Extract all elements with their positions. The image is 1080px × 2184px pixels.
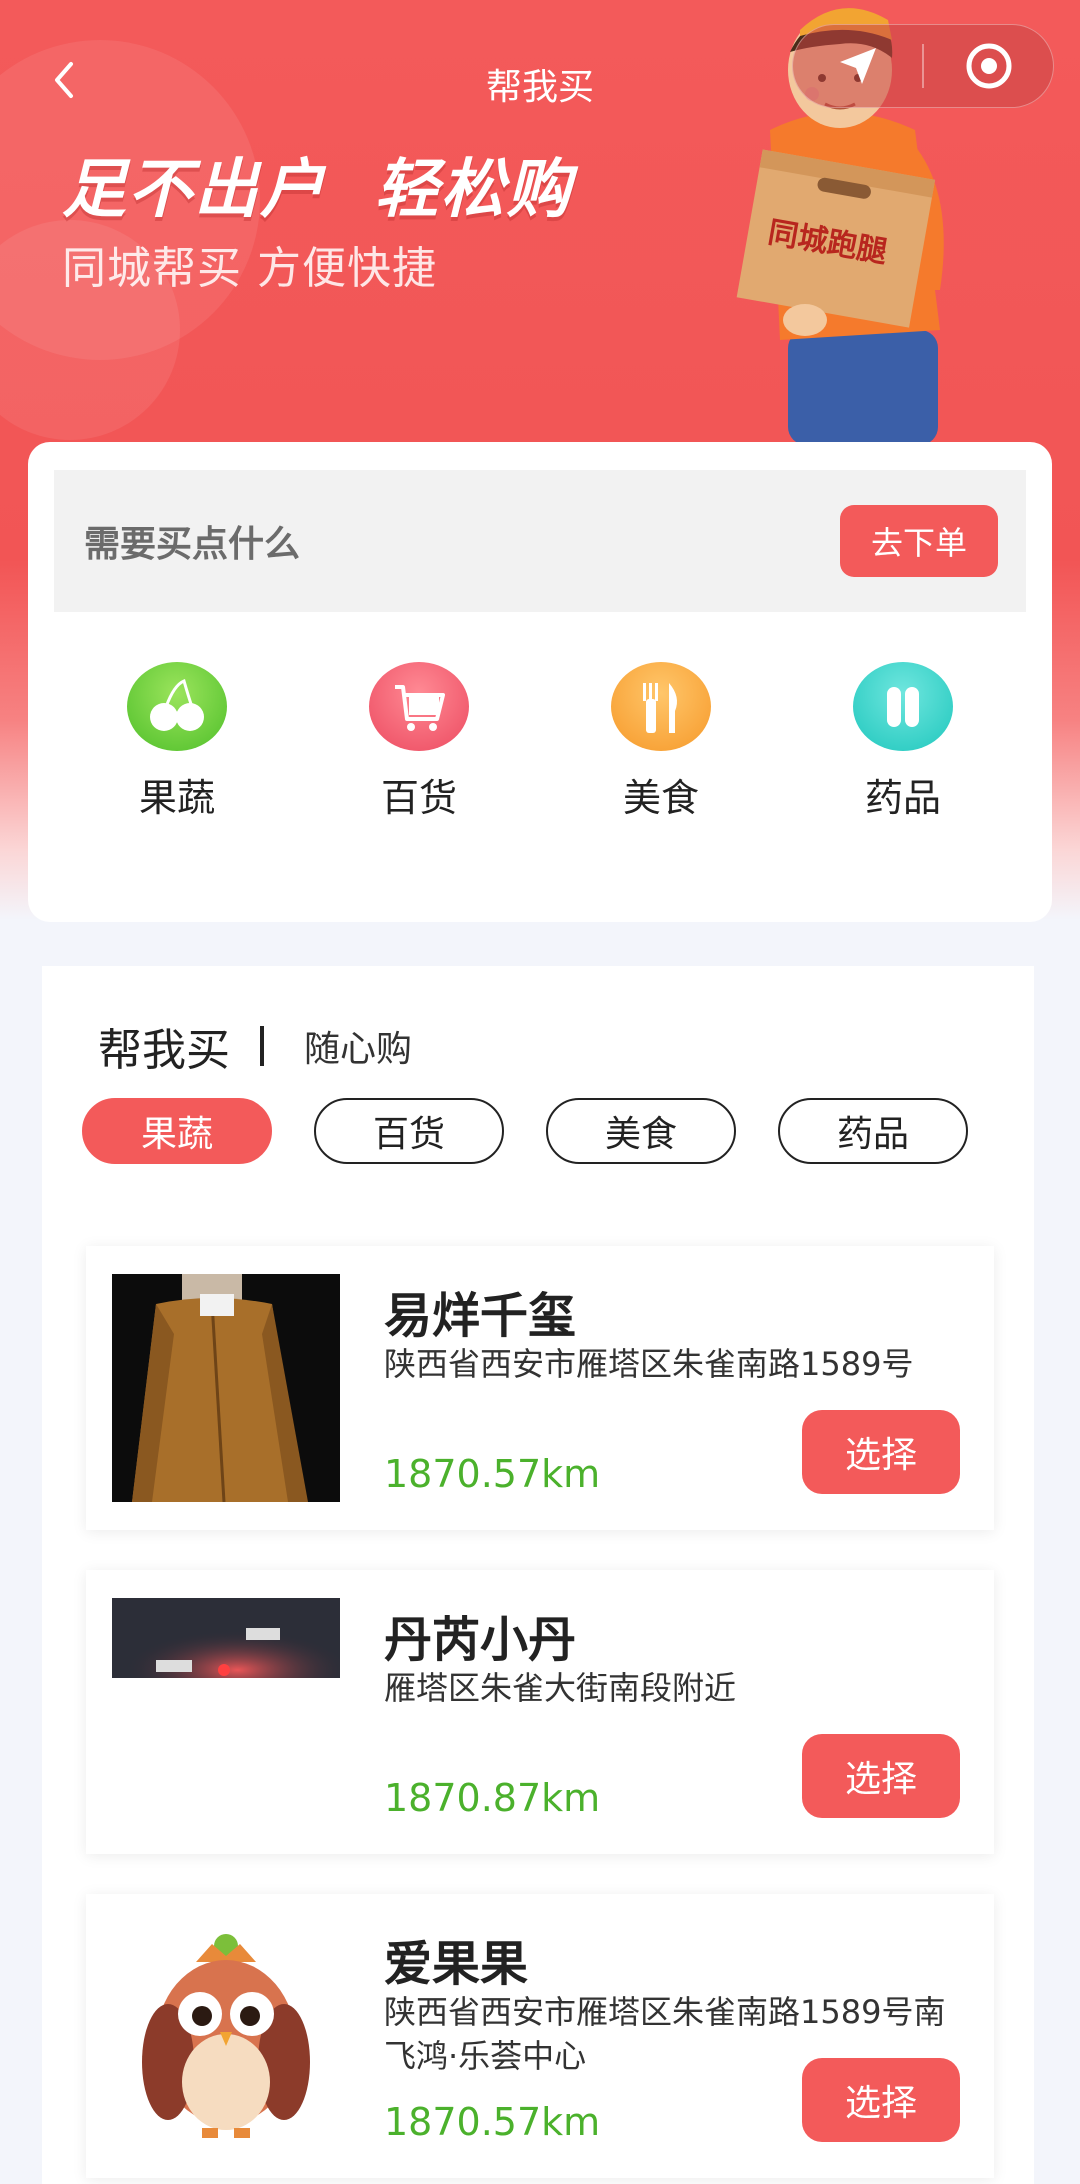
- night-photo-image: [112, 1598, 340, 1678]
- category-label: 美食: [622, 776, 699, 820]
- close-button[interactable]: [924, 25, 1053, 107]
- target-circle-icon: [966, 43, 1011, 89]
- chip-fruits[interactable]: 果蔬: [82, 1098, 272, 1164]
- order-card: 需要买点什么 去下单 果蔬 百货 美食 药品: [28, 442, 1052, 922]
- shop-card[interactable]: 爱果果 陕西省西安市雁塔区朱雀南路1589号南飞鸿·乐荟中心 1870.57km…: [86, 1894, 994, 2178]
- chip-food[interactable]: 美食: [546, 1098, 736, 1164]
- shop-thumbnail: [112, 1274, 340, 1502]
- shop-thumbnail: [112, 1598, 340, 1678]
- pill-icon: [853, 662, 953, 751]
- mini-program-capsule: [792, 24, 1054, 108]
- category-fruits[interactable]: 果蔬: [56, 662, 298, 822]
- tab-free-buy[interactable]: 随心购: [304, 1020, 412, 1072]
- category-label: 果蔬: [138, 776, 215, 820]
- category-medicine[interactable]: 药品: [782, 662, 1024, 822]
- order-input-bar[interactable]: 需要买点什么 去下单: [54, 470, 1026, 612]
- fork-knife-icon: [611, 662, 711, 751]
- category-label: 药品: [864, 776, 941, 820]
- menu-button[interactable]: [793, 25, 922, 107]
- jacket-photo-image: [112, 1274, 340, 1502]
- shop-card[interactable]: 易烊千玺 陕西省西安市雁塔区朱雀南路1589号 1870.57km 选择: [86, 1246, 994, 1530]
- category-goods[interactable]: 百货: [298, 662, 540, 822]
- tab-help-buy[interactable]: 帮我买: [98, 1014, 230, 1078]
- place-order-button[interactable]: 去下单: [840, 505, 998, 577]
- shop-name: 易烊千玺: [384, 1288, 577, 1344]
- chip-goods[interactable]: 百货: [314, 1098, 504, 1164]
- category-food[interactable]: 美食: [540, 662, 782, 822]
- shop-distance: 1870.87km: [384, 1776, 601, 1820]
- hero-subslogan: 同城帮买 方便快捷: [62, 243, 437, 294]
- hero-slogan: 足不出户 轻松购: [62, 153, 573, 227]
- shop-address: 雁塔区朱雀大街南段附近: [384, 1669, 737, 1707]
- shopping-cart-icon: [369, 662, 469, 751]
- page: 帮我买 同城跑腿 足不出户 轻松购 同城帮买 方便快捷 需要买点什么 去下单 果…: [0, 0, 1080, 2184]
- shop-distance: 1870.57km: [384, 2100, 601, 2144]
- shop-name: 丹芮小丹: [384, 1612, 577, 1668]
- shop-card[interactable]: 丹芮小丹 雁塔区朱雀大街南段附近 1870.87km 选择: [86, 1570, 994, 1854]
- shop-name: 爱果果: [384, 1936, 529, 1992]
- section-tabs: 帮我买 随心购: [98, 1014, 412, 1078]
- shop-section: 帮我买 随心购 果蔬 百货 美食 药品 易烊千玺 陕西省西安市雁塔区朱雀南路15…: [42, 966, 1034, 2184]
- category-filter-chips: 果蔬 百货 美食 药品: [82, 1098, 1010, 1164]
- chip-medicine[interactable]: 药品: [778, 1098, 968, 1164]
- shop-address: 陕西省西安市雁塔区朱雀南路1589号: [384, 1345, 914, 1383]
- owl-logo-image: [112, 1922, 340, 2150]
- category-label: 百货: [380, 776, 457, 820]
- category-row: 果蔬 百货 美食 药品: [28, 662, 1052, 822]
- select-button[interactable]: 选择: [802, 1734, 960, 1818]
- shop-distance: 1870.57km: [384, 1452, 601, 1496]
- select-button[interactable]: 选择: [802, 1410, 960, 1494]
- navigation-arrow-icon: [839, 48, 876, 84]
- select-button[interactable]: 选择: [802, 2058, 960, 2142]
- shop-thumbnail: [112, 1922, 340, 2150]
- tab-separator: [260, 1026, 264, 1066]
- order-prompt: 需要买点什么: [84, 524, 301, 565]
- cherry-icon: [127, 662, 227, 751]
